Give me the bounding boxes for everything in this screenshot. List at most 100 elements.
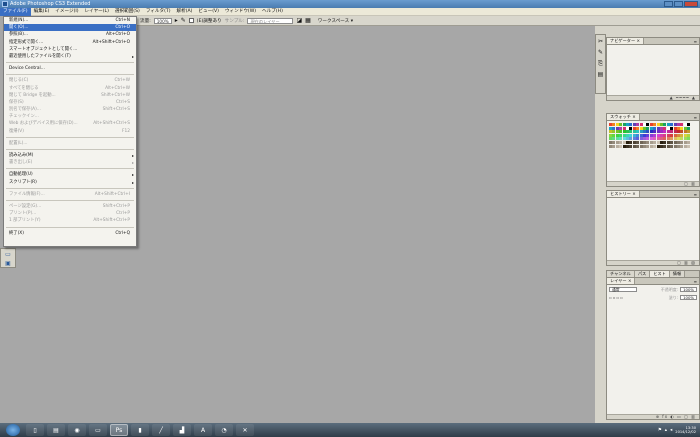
tray-network-icon[interactable]: ▴: [665, 428, 667, 433]
file-menu-item[interactable]: 閉じる(C) Ctrl+W: [4, 77, 136, 84]
panel-menu-icon[interactable]: ≡: [694, 39, 699, 44]
swatch[interactable]: [687, 144, 691, 148]
panel-menu-icon[interactable]: ≡: [694, 115, 699, 120]
file-menu-item[interactable]: チェックイン...: [4, 113, 136, 120]
history-actions[interactable]: ▢ ▥ ▧: [677, 261, 696, 265]
menu-4[interactable]: 選択範囲(S): [112, 8, 143, 16]
menu-5[interactable]: フィルタ(T): [143, 8, 174, 16]
menu-2[interactable]: イメージ(I): [52, 8, 81, 16]
close-button[interactable]: [684, 1, 698, 7]
layer-comps-icon[interactable]: ▤: [597, 71, 605, 79]
file-menu-item[interactable]: プリント(P)... Ctrl+P: [4, 210, 136, 217]
file-menu-item[interactable]: 参照(B)... Alt+Ctrl+O: [4, 31, 136, 38]
file-menu-item[interactable]: 別名で保存(A)... Shift+Ctrl+S: [4, 106, 136, 113]
taskbar-app-brush-icon[interactable]: ╱: [152, 424, 170, 436]
panel-menu-icon[interactable]: ≡: [694, 192, 699, 197]
file-menu-item[interactable]: 自動処理(U) ▸: [4, 171, 136, 178]
opacity-input[interactable]: 100%: [680, 287, 697, 292]
workspace-menu[interactable]: ワークスペース ▾: [318, 18, 353, 24]
taskbar-app-folder-icon[interactable]: ▭: [89, 424, 107, 436]
minimize-button[interactable]: [664, 1, 673, 7]
maximize-button[interactable]: [674, 1, 683, 7]
sample-select[interactable]: 現在のレイヤー: [247, 17, 294, 24]
menu-8[interactable]: ウィンドウ(W): [222, 8, 259, 16]
taskbar-app-chrome-icon[interactable]: ◉: [68, 424, 86, 436]
file-menu-item[interactable]: スマートオブジェクトとして開く...: [4, 46, 136, 53]
tab-layers[interactable]: レイヤー ×: [607, 278, 636, 284]
swatch[interactable]: [687, 137, 691, 141]
menu-0[interactable]: ファイル(F): [0, 7, 31, 16]
file-menu-item[interactable]: スクリプト(R) ▸: [4, 179, 136, 186]
file-menu-item[interactable]: 読み込み(M) ▸: [4, 152, 136, 159]
file-menu-item[interactable]: ファイル情報(F)... Alt+Shift+Ctrl+I: [4, 191, 136, 198]
file-menu-item[interactable]: 保存(S) Ctrl+S: [4, 99, 136, 106]
file-menu-item[interactable]: 復帰(V) F12: [4, 128, 136, 135]
fill-input[interactable]: 100%: [680, 295, 697, 300]
swatch[interactable]: [687, 133, 691, 137]
flow-input[interactable]: 100%: [153, 17, 172, 24]
tray-flag-icon[interactable]: ⚑: [658, 428, 662, 433]
file-menu-item[interactable]: 指定形式で開く... Alt+Shift+Ctrl+O: [4, 39, 136, 46]
file-menu-item[interactable]: 最近使用したファイルを開く(T) ▸: [4, 53, 136, 60]
tab-channel-0[interactable]: チャンネル: [607, 271, 635, 277]
swatch-grid[interactable]: [609, 123, 691, 149]
menu-separator: [6, 62, 134, 64]
layer-actions[interactable]: ⊕ fx ◐ ▭ ▢ ▥: [656, 415, 696, 419]
ignore-adjustment-icon[interactable]: ◪: [296, 17, 302, 24]
taskbar-app-green-icon[interactable]: ▮: [131, 424, 149, 436]
file-menu-item[interactable]: すべてを閉じる Alt+Ctrl+W: [4, 85, 136, 92]
file-menu-item[interactable]: 閉じて Bridge を起動... Shift+Ctrl+W: [4, 92, 136, 99]
taskbar-app-tool-icon[interactable]: ▟: [173, 424, 191, 436]
file-menu-item[interactable]: 1 部プリント(Y) Alt+Shift+Ctrl+P: [4, 217, 136, 224]
file-menu-item[interactable]: Device Central...: [4, 65, 136, 72]
taskbar-app-photoshop-icon[interactable]: Ps: [110, 424, 128, 436]
blend-mode-select[interactable]: 通常: [609, 287, 637, 292]
tab-history[interactable]: ヒストリー ×: [607, 191, 640, 197]
menu-6[interactable]: 解析(A): [174, 8, 196, 16]
tab-navigator[interactable]: ナビゲーター ×: [607, 38, 644, 44]
swatch[interactable]: [687, 123, 691, 126]
swatch[interactable]: [687, 141, 691, 144]
menu-3[interactable]: レイヤー(L): [82, 8, 112, 16]
window-controls: [664, 1, 698, 7]
menu-7[interactable]: ビュー(V): [195, 8, 222, 16]
airbrush-icon[interactable]: ✎: [181, 17, 186, 24]
aligned-checkbox[interactable]: [188, 18, 194, 23]
aligned-label: (E)調整あり: [196, 18, 222, 24]
dropdown-arrow-icon[interactable]: ▸: [175, 17, 178, 24]
taskbar-app-a-icon[interactable]: A: [194, 424, 212, 436]
tab-swatches[interactable]: スウォッチ ×: [607, 114, 640, 120]
menu-9[interactable]: ヘルプ(H): [259, 8, 286, 16]
menu-1[interactable]: 編集(E): [31, 8, 53, 16]
taskbar-app-misc-icon[interactable]: ✕: [236, 424, 254, 436]
file-menu-item[interactable]: 書き出し(E) ▸: [4, 159, 136, 166]
screen-mode-icon[interactable]: ▭: [3, 251, 13, 258]
taskbar-app-mobile-icon[interactable]: ▯: [26, 424, 44, 436]
file-menu-item[interactable]: Web およびデバイス用に保存(D)... Alt+Shift+Ctrl+S: [4, 120, 136, 127]
file-menu-item[interactable]: 配置(L)...: [4, 140, 136, 147]
tray-volume-icon[interactable]: ◂: [670, 428, 672, 433]
tab-channel-3[interactable]: 情報: [669, 271, 686, 277]
swatches-panel: スウォッチ × ≡ ▢ ▥: [606, 113, 700, 187]
swatch-actions[interactable]: ▢ ▥: [684, 182, 696, 186]
start-button[interactable]: [6, 424, 20, 436]
zoom-controls[interactable]: ▲ ━━━━ ▲: [670, 96, 696, 100]
file-menu-item[interactable]: 開く(O)... Ctrl+O: [4, 24, 136, 32]
swatch[interactable]: [687, 126, 691, 130]
bridge-icon[interactable]: ▦: [305, 17, 311, 24]
clock[interactable]: 13:30 2014/12/02: [675, 426, 696, 434]
file-menu-item[interactable]: ページ設定(G)... Shift+Ctrl+P: [4, 203, 136, 210]
tab-channel-1[interactable]: パス: [634, 271, 651, 277]
lock-icons[interactable]: ▫▫▫▫: [609, 295, 624, 300]
file-menu-item[interactable]: 新規(N)... Ctrl+N: [4, 17, 136, 24]
file-menu-item[interactable]: 終了(X) Ctrl+Q: [4, 230, 136, 237]
clone-source-icon[interactable]: ⎘: [597, 60, 605, 68]
swatch[interactable]: [687, 130, 691, 134]
taskbar-app-explorer-icon[interactable]: ▤: [47, 424, 65, 436]
tool-preset-icon[interactable]: ✂: [597, 38, 605, 46]
brush-preset-icon[interactable]: ✎: [597, 49, 605, 57]
panel-menu-icon[interactable]: ≡: [694, 279, 699, 284]
quick-mask-icon[interactable]: ▣: [3, 260, 13, 267]
taskbar-app-fox-icon[interactable]: ◔: [215, 424, 233, 436]
tab-channel-2[interactable]: ヒスト: [650, 271, 670, 277]
